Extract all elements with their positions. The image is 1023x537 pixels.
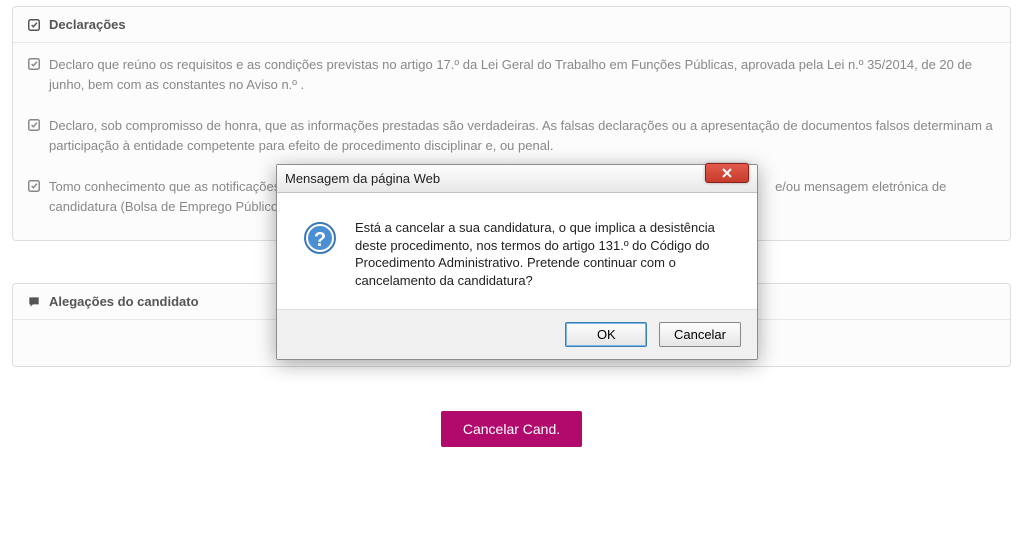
declarations-panel-header: Declarações [13, 7, 1010, 43]
dialog-footer: OK Cancelar [277, 309, 757, 359]
dialog-titlebar: Mensagem da página Web [277, 165, 757, 193]
dialog-close-button[interactable] [705, 163, 749, 183]
confirm-dialog: Mensagem da página Web ? Está a cancelar… [276, 164, 758, 360]
dialog-body: ? Está a cancelar a sua candidatura, o q… [277, 193, 757, 309]
dialog-cancel-button[interactable]: Cancelar [659, 322, 741, 347]
svg-text:?: ? [314, 229, 326, 251]
allegations-title: Alegações do candidato [49, 294, 199, 309]
speech-bubble-icon [27, 295, 41, 309]
check-square-icon [27, 179, 41, 216]
declaration-text: Declaro, sob compromisso de honra, que a… [49, 116, 996, 155]
declaration-item: Declaro, sob compromisso de honra, que a… [27, 116, 996, 155]
declarations-title: Declarações [49, 17, 126, 32]
check-square-icon [27, 118, 41, 155]
check-square-icon [27, 57, 41, 94]
cancel-candidature-button[interactable]: Cancelar Cand. [441, 411, 582, 447]
footer: Cancelar Cand. [0, 411, 1023, 447]
dialog-ok-button[interactable]: OK [565, 322, 647, 347]
dialog-title-text: Mensagem da página Web [285, 171, 440, 186]
dialog-message: Está a cancelar a sua candidatura, o que… [355, 219, 733, 289]
declaration-text: Declaro que reúno os requisitos e as con… [49, 55, 996, 94]
declaration-item: Declaro que reúno os requisitos e as con… [27, 55, 996, 94]
question-icon: ? [303, 221, 337, 258]
close-icon [721, 168, 733, 178]
check-square-icon [27, 18, 41, 32]
